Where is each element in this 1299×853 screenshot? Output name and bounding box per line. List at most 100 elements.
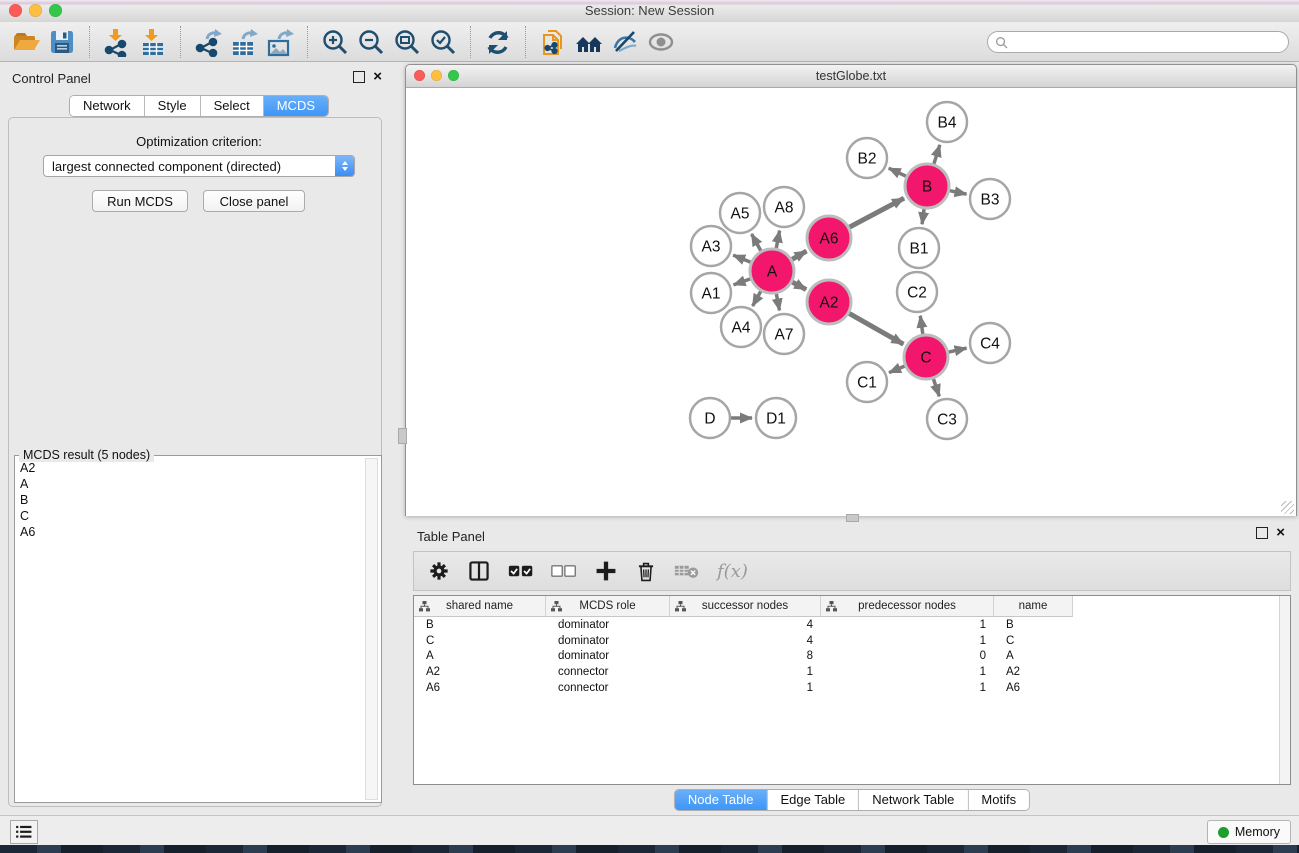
table-cell[interactable]: A <box>994 650 1073 662</box>
network-window-titlebar[interactable]: testGlobe.txt <box>406 65 1296 88</box>
table-scrollbar[interactable] <box>1279 596 1290 784</box>
task-history-button[interactable] <box>10 820 38 844</box>
table-cell[interactable]: 4 <box>670 635 821 647</box>
delete-table-icon[interactable] <box>674 562 700 580</box>
graph-edge-A-A6[interactable] <box>791 251 806 260</box>
export-image-icon[interactable] <box>262 24 298 60</box>
network-canvas[interactable]: AA1A2A3A4A5A6A7A8BB1B2B3B4CC1C2C3C4DD1 <box>406 88 1296 516</box>
table-cell[interactable]: connector <box>546 682 670 694</box>
close-table-panel-icon[interactable]: × <box>1276 528 1285 538</box>
table-row[interactable]: Bdominator41B <box>414 617 1290 633</box>
table-cell[interactable]: 4 <box>670 619 821 631</box>
mcds-result-item[interactable]: A6 <box>20 524 365 540</box>
column-header-MCDS-role[interactable]: MCDS role <box>546 596 670 617</box>
tab-style[interactable]: Style <box>145 96 201 116</box>
tab-network-table[interactable]: Network Table <box>859 790 968 810</box>
table-cell[interactable]: 1 <box>821 635 994 647</box>
column-header-name[interactable]: name <box>994 596 1073 617</box>
zoom-selected-icon[interactable] <box>425 24 461 60</box>
graph-edge-A-A3[interactable] <box>733 255 751 263</box>
zoom-out-icon[interactable] <box>353 24 389 60</box>
table-cell[interactable]: B <box>414 619 546 631</box>
graph-edge-B-B4[interactable] <box>934 145 940 165</box>
plus-icon[interactable] <box>594 559 618 583</box>
graph-edge-C-C3[interactable] <box>933 378 939 396</box>
graph-edge-C-C4[interactable] <box>947 348 966 352</box>
export-network-icon[interactable] <box>190 24 226 60</box>
graph-edge-A-A2[interactable] <box>791 282 806 290</box>
table-cell[interactable]: 1 <box>670 666 821 678</box>
table-cell[interactable]: dominator <box>546 650 670 662</box>
table-cell[interactable]: A6 <box>994 682 1073 694</box>
mcds-result-item[interactable]: C <box>20 508 365 524</box>
tab-edge-table[interactable]: Edge Table <box>767 790 859 810</box>
table-cell[interactable]: A6 <box>414 682 546 694</box>
tab-motifs[interactable]: Motifs <box>968 790 1029 810</box>
float-panel-icon[interactable] <box>353 71 365 83</box>
table-cell[interactable]: dominator <box>546 635 670 647</box>
column-header-successor-nodes[interactable]: successor nodes <box>670 596 821 617</box>
table-row[interactable]: Cdominator41C <box>414 633 1290 649</box>
graph-edge-B-B1[interactable] <box>922 208 924 224</box>
checked-checkboxes-icon[interactable] <box>508 563 534 579</box>
table-cell[interactable]: 8 <box>670 650 821 662</box>
tab-node-table[interactable]: Node Table <box>675 790 768 810</box>
double-house-icon[interactable] <box>571 24 607 60</box>
graph-edge-A-A8[interactable] <box>776 231 780 250</box>
tab-select[interactable]: Select <box>201 96 264 116</box>
table-cell[interactable]: 1 <box>821 682 994 694</box>
table-cell[interactable]: 1 <box>821 619 994 631</box>
open-folder-icon[interactable] <box>8 24 44 60</box>
import-network-icon[interactable] <box>99 24 135 60</box>
memory-button[interactable]: Memory <box>1207 820 1291 844</box>
graph-edge-A-A4[interactable] <box>753 290 762 306</box>
search-box[interactable] <box>987 31 1289 53</box>
import-table-icon[interactable] <box>135 24 171 60</box>
split-columns-icon[interactable] <box>467 559 491 583</box>
run-mcds-button[interactable]: Run MCDS <box>92 190 188 212</box>
close-panel-icon[interactable]: × <box>373 72 382 82</box>
table-cell[interactable]: C <box>414 635 546 647</box>
trash-icon[interactable] <box>635 559 657 583</box>
table-cell[interactable]: 1 <box>670 682 821 694</box>
copy-network-document-icon[interactable] <box>535 24 571 60</box>
mcds-result-item[interactable]: A2 <box>20 460 365 476</box>
tab-mcds[interactable]: MCDS <box>264 96 328 116</box>
mcds-result-list[interactable]: A2ABCA6 <box>17 460 365 800</box>
save-session-icon[interactable] <box>44 24 80 60</box>
graph-edge-B-B3[interactable] <box>949 190 967 194</box>
close-panel-button[interactable]: Close panel <box>203 190 305 212</box>
column-header-shared-name[interactable]: shared name <box>414 596 546 617</box>
mcds-list-scrollbar[interactable] <box>365 458 378 800</box>
graph-edge-C-C1[interactable] <box>889 366 906 373</box>
export-table-icon[interactable] <box>226 24 262 60</box>
gear-icon[interactable] <box>428 560 450 582</box>
graph-edge-A-A7[interactable] <box>776 293 779 311</box>
eye-icon[interactable] <box>643 24 679 60</box>
graph-edge-C-C2[interactable] <box>920 316 923 335</box>
table-cell[interactable]: 0 <box>821 650 994 662</box>
refresh-layout-icon[interactable] <box>480 24 516 60</box>
table-cell[interactable]: dominator <box>546 619 670 631</box>
graph-edge-A-A1[interactable] <box>734 278 752 284</box>
table-cell[interactable]: A2 <box>994 666 1073 678</box>
float-table-panel-icon[interactable] <box>1256 527 1268 539</box>
vertical-splitter-handle[interactable] <box>398 428 407 444</box>
graph-edge-A6-B[interactable] <box>848 198 904 228</box>
table-row[interactable]: A2connector11A2 <box>414 664 1290 680</box>
table-cell[interactable]: C <box>994 635 1073 647</box>
graph-edge-A-A5[interactable] <box>752 234 762 252</box>
table-cell[interactable]: 1 <box>821 666 994 678</box>
mcds-result-item[interactable]: A <box>20 476 365 492</box>
tab-network[interactable]: Network <box>70 96 145 116</box>
table-cell[interactable]: B <box>994 619 1073 631</box>
column-header-predecessor-nodes[interactable]: predecessor nodes <box>821 596 994 617</box>
hide-graphics-details-icon[interactable] <box>607 24 643 60</box>
table-cell[interactable]: A2 <box>414 666 546 678</box>
graph-edge-B-B2[interactable] <box>889 168 907 177</box>
table-cell[interactable]: connector <box>546 666 670 678</box>
criterion-dropdown[interactable]: largest connected component (directed) <box>43 155 355 177</box>
function-builder-icon[interactable]: f(x) <box>717 561 748 582</box>
zoom-fit-icon[interactable] <box>389 24 425 60</box>
search-input[interactable] <box>1012 34 1288 50</box>
